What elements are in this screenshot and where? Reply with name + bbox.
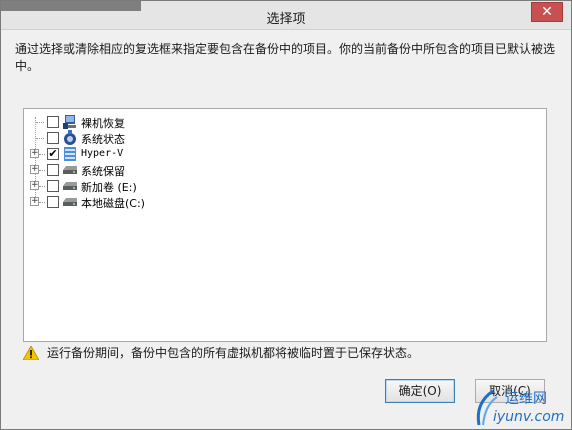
tree-item-local-disk-c[interactable]: + 本地磁盘(C:) xyxy=(24,194,224,210)
server-icon xyxy=(63,115,76,129)
watermark-text-top: 运维网 xyxy=(505,391,547,407)
expand-hyperv-toggle[interactable]: + xyxy=(30,149,39,158)
expand-volume-e-toggle[interactable]: + xyxy=(30,181,39,190)
hyperv-icon xyxy=(64,147,76,161)
tree-item-label: Hyper-V xyxy=(81,148,124,159)
tree-item-bare-metal[interactable]: 裸机恢复 xyxy=(24,114,224,130)
drive-icon xyxy=(63,182,77,190)
system-state-icon xyxy=(64,130,76,145)
checkbox-system-state[interactable] xyxy=(47,132,59,144)
expand-local-disk-c-toggle[interactable]: + xyxy=(30,197,39,206)
tree-item-system-state[interactable]: 系统状态 xyxy=(24,130,224,146)
tree-connector xyxy=(36,138,44,139)
checkbox-volume-e[interactable] xyxy=(47,180,59,192)
drive-icon xyxy=(63,198,77,206)
checkbox-local-disk-c[interactable] xyxy=(47,196,59,208)
checkbox-hyperv[interactable]: ✔ xyxy=(47,148,59,160)
tree-item-label: 系统保留 xyxy=(81,165,125,178)
tree-item-label: 新加卷 (E:) xyxy=(81,181,137,194)
drive-icon xyxy=(63,166,77,174)
checkbox-system-reserved[interactable] xyxy=(47,164,59,176)
title-bar[interactable]: 选择项 ✕ xyxy=(1,1,571,30)
tree-item-hyperv[interactable]: + ✔ Hyper-V xyxy=(24,146,224,162)
warning-message: 运行备份期间，备份中包含的所有虚拟机都将被临时置于已保存状态。 xyxy=(23,344,419,361)
tree-item-system-reserved[interactable]: + 系统保留 xyxy=(24,162,224,178)
tree-connector xyxy=(39,170,45,171)
tree-connector xyxy=(39,186,45,187)
dialog-title: 选择项 xyxy=(266,12,306,27)
tree-connector xyxy=(36,122,44,123)
instructions-text: 通过选择或清除相应的复选框来指定要包含在备份中的项目。你的当前备份中所包含的项目… xyxy=(15,42,556,73)
tree-connector xyxy=(39,154,45,155)
items-tree[interactable]: 裸机恢复 系统状态 + ✔ Hyper-V + 系统保留 + 新加卷 (E:) … xyxy=(23,108,547,342)
tree-item-label: 系统状态 xyxy=(81,133,125,146)
tree-item-label: 本地磁盘(C:) xyxy=(81,197,145,210)
close-button[interactable]: ✕ xyxy=(531,2,563,22)
ok-button[interactable]: 确定(O) xyxy=(385,379,455,403)
tree-connector xyxy=(39,202,45,203)
select-items-dialog: 选择项 ✕ 通过选择或清除相应的复选框来指定要包含在备份中的项目。你的当前备份中… xyxy=(0,0,572,430)
tree-item-volume-e[interactable]: + 新加卷 (E:) xyxy=(24,178,224,194)
expand-system-reserved-toggle[interactable]: + xyxy=(30,165,39,174)
checkbox-bare-metal[interactable] xyxy=(47,116,59,128)
warning-icon xyxy=(23,345,39,360)
watermark-logo: 运维网 iyunv.com xyxy=(476,389,564,426)
tree-item-label: 裸机恢复 xyxy=(81,117,125,130)
watermark-text-bottom: iyunv.com xyxy=(493,409,564,425)
warning-text: 运行备份期间，备份中包含的所有虚拟机都将被临时置于已保存状态。 xyxy=(47,346,420,360)
